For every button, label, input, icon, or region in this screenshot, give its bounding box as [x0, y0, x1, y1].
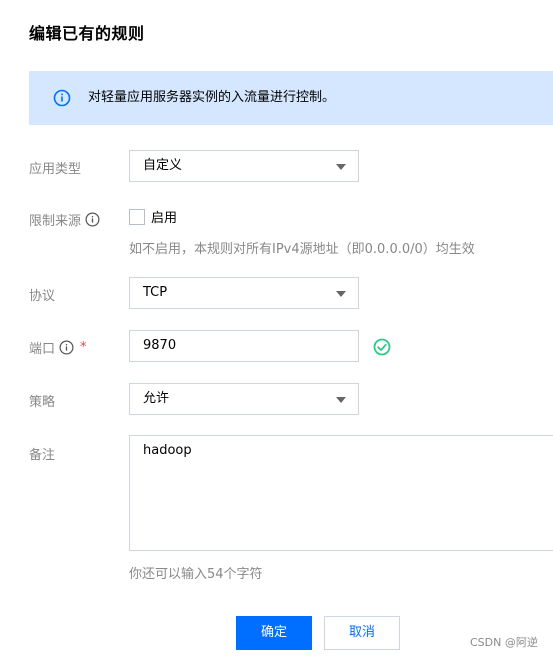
dialog-title: 编辑已有的规则	[29, 24, 145, 43]
info-icon	[53, 89, 71, 107]
app-type-label: 应用类型	[29, 162, 82, 177]
banner-text: 对轻量应用服务器实例的入流量进行控制。	[88, 90, 336, 105]
policy-label: 策略	[29, 395, 56, 410]
help-circle-icon[interactable]	[85, 212, 100, 227]
app-type-select[interactable]: 自定义	[129, 150, 359, 182]
protocol-label: 协议	[29, 289, 56, 304]
enable-checkbox-label: 启用	[151, 211, 178, 226]
caret-down-icon	[336, 397, 346, 403]
restrict-source-label: 限制来源	[29, 210, 100, 229]
remark-textarea[interactable]: hadoop	[129, 435, 553, 551]
restrict-source-hint: 如不启用，本规则对所有IPv4源地址（即0.0.0.0/0）均生效	[129, 242, 475, 257]
info-banner: 对轻量应用服务器实例的入流量进行控制。	[29, 71, 553, 125]
enable-checkbox[interactable]	[129, 208, 145, 225]
policy-select[interactable]: 允许	[129, 383, 359, 415]
watermark: CSDN @阿逆	[470, 636, 538, 649]
caret-down-icon	[336, 164, 346, 170]
check-circle-icon	[373, 338, 391, 356]
protocol-select[interactable]: TCP	[129, 277, 359, 309]
cancel-button[interactable]: 取消	[324, 616, 400, 650]
remark-char-count: 你还可以输入54个字符	[129, 567, 263, 582]
remark-label: 备注	[29, 448, 56, 463]
restrict-source-toggle[interactable]: 启用	[129, 207, 177, 226]
required-mark: *	[80, 340, 87, 355]
port-label: 端口 *	[29, 340, 87, 357]
caret-down-icon	[336, 291, 346, 297]
port-input[interactable]: 9870	[129, 330, 359, 362]
help-circle-icon[interactable]	[59, 340, 74, 355]
confirm-button[interactable]: 确定	[236, 616, 312, 650]
